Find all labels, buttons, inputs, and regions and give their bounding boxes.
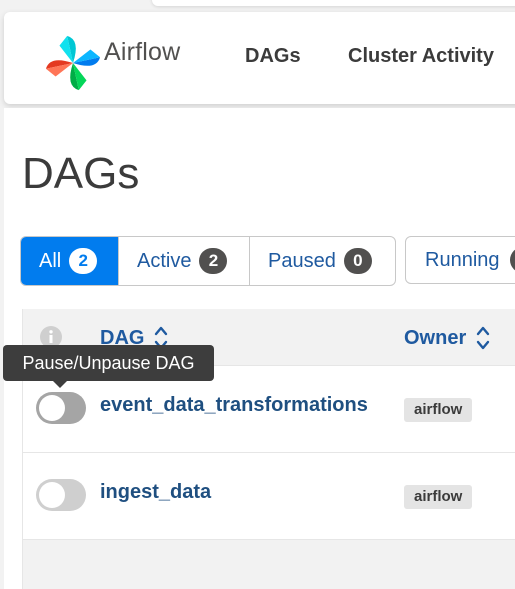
tooltip: Pause/Unpause DAG xyxy=(3,345,214,381)
dag-id-link[interactable]: ingest_data xyxy=(100,481,211,504)
column-header-owner[interactable]: Owner xyxy=(404,325,490,351)
navbar: Airflow DAGs Cluster Activity xyxy=(4,12,515,104)
filter-active-button[interactable]: Active 2 xyxy=(119,237,250,285)
pause-toggle[interactable] xyxy=(36,392,86,424)
page-title: DAGs xyxy=(22,149,140,198)
nav-link-cluster-activity[interactable]: Cluster Activity xyxy=(348,45,494,68)
tooltip-arrow xyxy=(53,381,67,388)
filter-all-count: 2 xyxy=(69,248,98,274)
filter-running-label: Running xyxy=(425,248,500,271)
owner-tag[interactable]: airflow xyxy=(404,398,473,422)
dag-id-link[interactable]: event_data_transformations xyxy=(100,394,368,417)
filter-running-count: 1 xyxy=(509,247,515,273)
filter-paused-button[interactable]: Paused 0 xyxy=(250,237,395,285)
table-empty-area xyxy=(23,540,515,589)
airflow-page: Airflow DAGs Cluster Activity DAGs All 2… xyxy=(0,0,515,589)
sort-icon[interactable] xyxy=(476,325,490,351)
filter-paused-count: 0 xyxy=(343,248,372,274)
toggle-knob xyxy=(39,482,65,508)
airflow-logo-icon[interactable] xyxy=(44,34,102,92)
filter-active-label: Active xyxy=(137,249,192,272)
filter-all-button[interactable]: All 2 xyxy=(21,237,119,285)
filter-active-count: 2 xyxy=(199,248,228,274)
filter-all-label: All xyxy=(39,249,62,272)
table-row: ingest_data airflow xyxy=(23,453,515,540)
status-filter-group: All 2 Active 2 Paused 0 xyxy=(20,236,396,286)
browser-top-strip xyxy=(152,0,515,6)
column-header-owner-label: Owner xyxy=(404,326,467,349)
filter-running-button[interactable]: Running 1 xyxy=(405,236,515,284)
toggle-knob xyxy=(39,395,65,421)
pause-toggle[interactable] xyxy=(36,479,86,511)
owner-tag[interactable]: airflow xyxy=(404,485,473,509)
filter-paused-label: Paused xyxy=(268,249,336,272)
nav-link-dags[interactable]: DAGs xyxy=(245,45,301,68)
brand-name[interactable]: Airflow xyxy=(104,38,180,67)
